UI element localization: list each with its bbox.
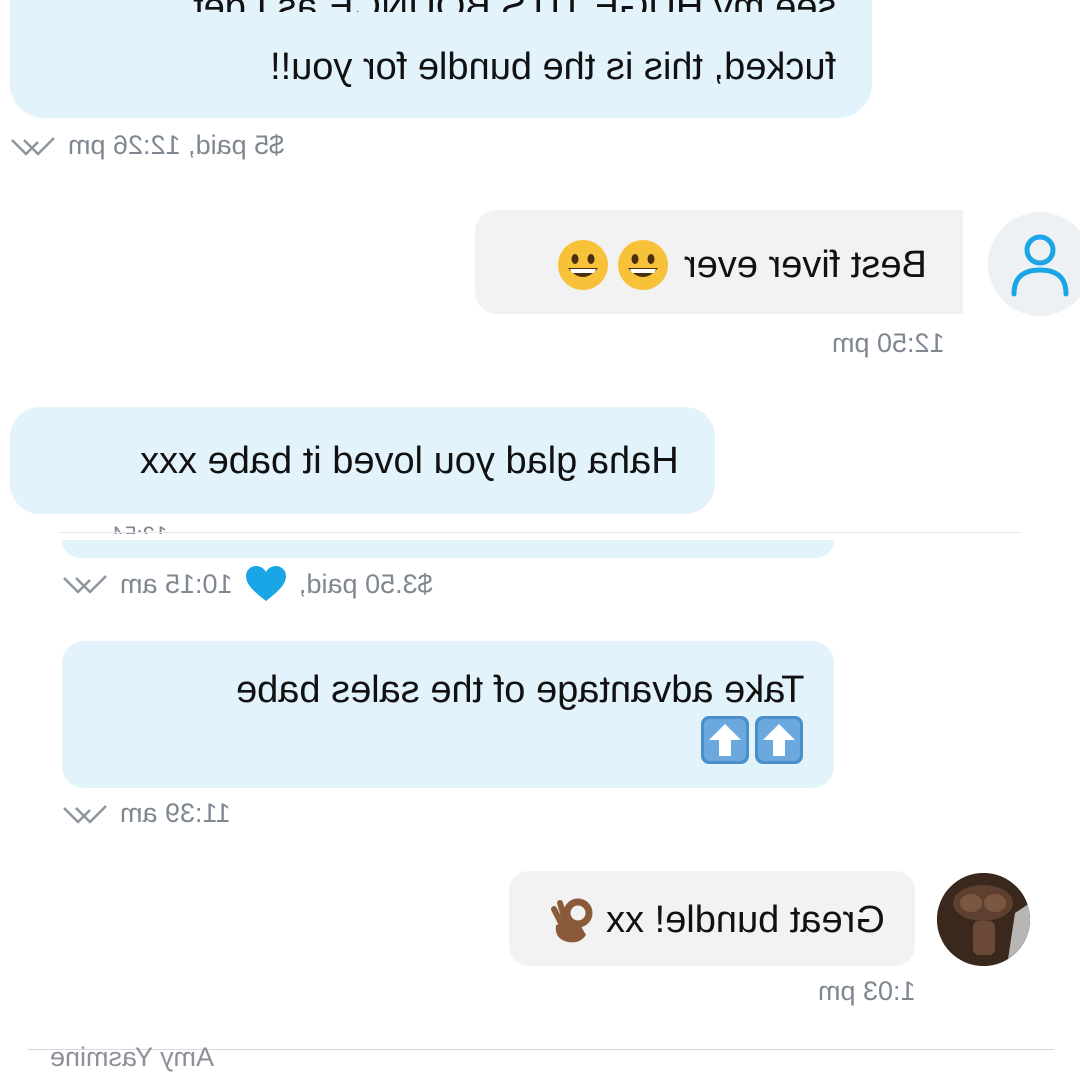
message-emoji-row <box>700 715 804 765</box>
message-meta-5: 11:39 am <box>62 798 231 829</box>
message-text: Take advantage of the sales babe <box>235 669 804 711</box>
message-bubble-1[interactable]: see my HUGE TITS BOUNCE as I get fucked,… <box>10 0 872 118</box>
message-bubble-2[interactable]: Best fiver ever <box>475 210 963 314</box>
user-icon <box>1011 234 1069 297</box>
message-meta-1: $5 paid, 12:26 pm <box>10 130 284 161</box>
avatar[interactable] <box>988 212 1080 316</box>
avatar[interactable] <box>937 873 1030 966</box>
message-meta-6: 1:03 pm <box>818 976 916 1006</box>
message-text: Best fiver ever <box>684 244 927 286</box>
message-text: Great bundle! xx <box>606 899 885 941</box>
divider <box>60 532 1020 533</box>
message-meta-4: 10:15 am $3.50 paid, <box>62 565 432 603</box>
message-text-cut: see my HUGE TITS BOUNCE as I get <box>193 0 836 12</box>
message-content: Great bundle! xx <box>550 895 885 945</box>
message-meta-2: 12:50 pm <box>832 328 945 358</box>
heart-icon[interactable] <box>245 565 287 603</box>
double-check-icon <box>63 804 107 824</box>
double-check-icon <box>63 575 107 594</box>
footer-name: Amy Yasmine <box>50 1042 215 1072</box>
profile-photo-icon <box>937 873 1030 966</box>
chat-screen: see my HUGE TITS BOUNCE as I get fucked,… <box>0 0 1080 1080</box>
message-bubble-4[interactable] <box>62 540 834 558</box>
message-text: fucked, this is the bundle for you!! <box>269 46 836 88</box>
up-arrow-button-icon <box>701 716 749 764</box>
double-check-icon <box>11 136 55 156</box>
grinning-face-icon <box>618 240 669 290</box>
ok-hand-icon <box>551 898 593 943</box>
message-bubble-5[interactable]: Take advantage of the sales babe <box>62 641 834 788</box>
message-bubble-3[interactable]: Haha glad you loved it babe xxx <box>10 407 715 514</box>
message-content: Best fiver ever <box>556 238 927 292</box>
up-arrow-button-icon <box>755 716 803 764</box>
message-bubble-6[interactable]: Great bundle! xx <box>509 871 915 966</box>
grinning-face-icon <box>558 240 609 290</box>
message-text: Haha glad you loved it babe xxx <box>140 440 679 482</box>
